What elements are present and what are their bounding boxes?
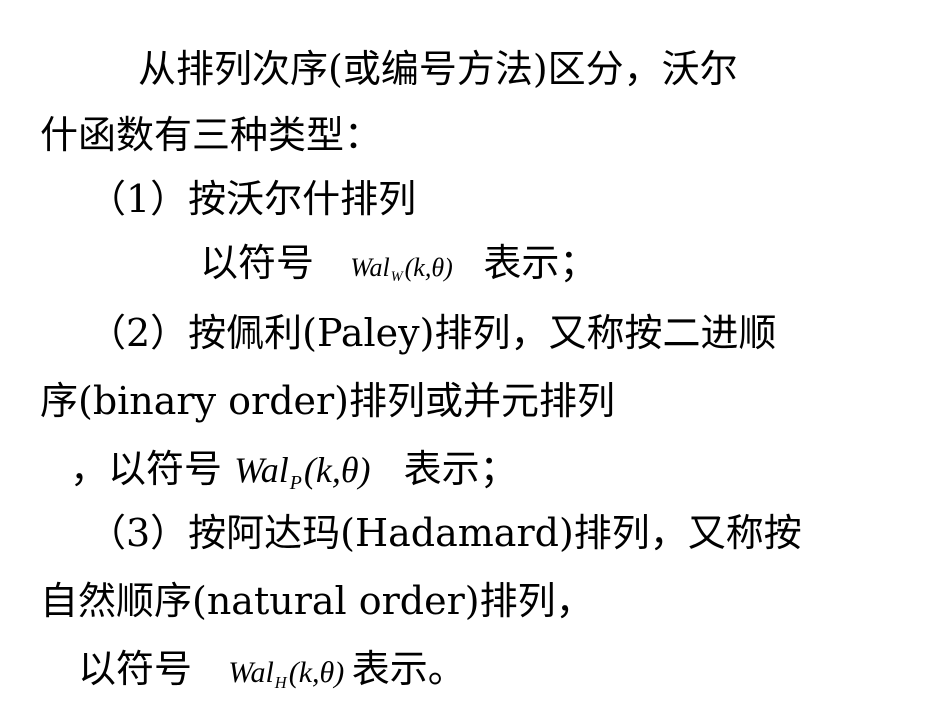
item-3-heading: （3）按阿达玛(Hadamard)排列，又称按 xyxy=(88,511,802,555)
notation-suffix: 表示； xyxy=(483,241,598,285)
item-1-notation-line: 以符号 WalW(k,θ) 表示； xyxy=(200,240,597,295)
item-1-heading: （1）按沃尔什排列 xyxy=(88,177,417,221)
formula-base: Wal xyxy=(234,450,289,490)
notation-prefix: 以符号 xyxy=(78,647,193,691)
formula-args: (k,θ) xyxy=(404,253,453,282)
formula-base: Wal xyxy=(228,656,274,689)
item-3-continuation: 自然顺序(natural order)排列， xyxy=(40,579,594,623)
item-3-notation-line: 以符号 WalH(k,θ) 表示。 xyxy=(78,646,466,700)
walsh-order-formula: WalW(k,θ) xyxy=(350,253,459,285)
notation-prefix: ，以符号 xyxy=(70,447,223,491)
formula-args: (k,θ) xyxy=(288,656,345,689)
item-2-continuation: 序(binary order)排列或并元排列 xyxy=(40,379,615,423)
item-2-heading: （2）按佩利(Paley)排列，又称按二进顺 xyxy=(88,311,777,355)
paley-order-formula: WalP(k,θ) xyxy=(234,450,379,494)
notation-suffix: 表示。 xyxy=(351,647,466,691)
notation-prefix: 以符号 xyxy=(200,241,315,285)
formula-subscript: P xyxy=(289,471,302,494)
paragraph-line-2: 什函数有三种类型： xyxy=(40,113,383,157)
formula-subscript: W xyxy=(390,269,403,285)
paragraph-line-1: 从排列次序(或编号方法)区分，沃尔 xyxy=(138,47,738,91)
formula-args: (k,θ) xyxy=(303,450,371,490)
item-2-notation-line: ，以符号 WalP(k,θ) 表示； xyxy=(70,446,518,499)
hadamard-order-formula: WalH(k,θ) xyxy=(228,656,352,692)
notation-suffix: 表示； xyxy=(403,447,518,491)
formula-base: Wal xyxy=(350,253,390,282)
formula-subscript: H xyxy=(274,672,287,692)
